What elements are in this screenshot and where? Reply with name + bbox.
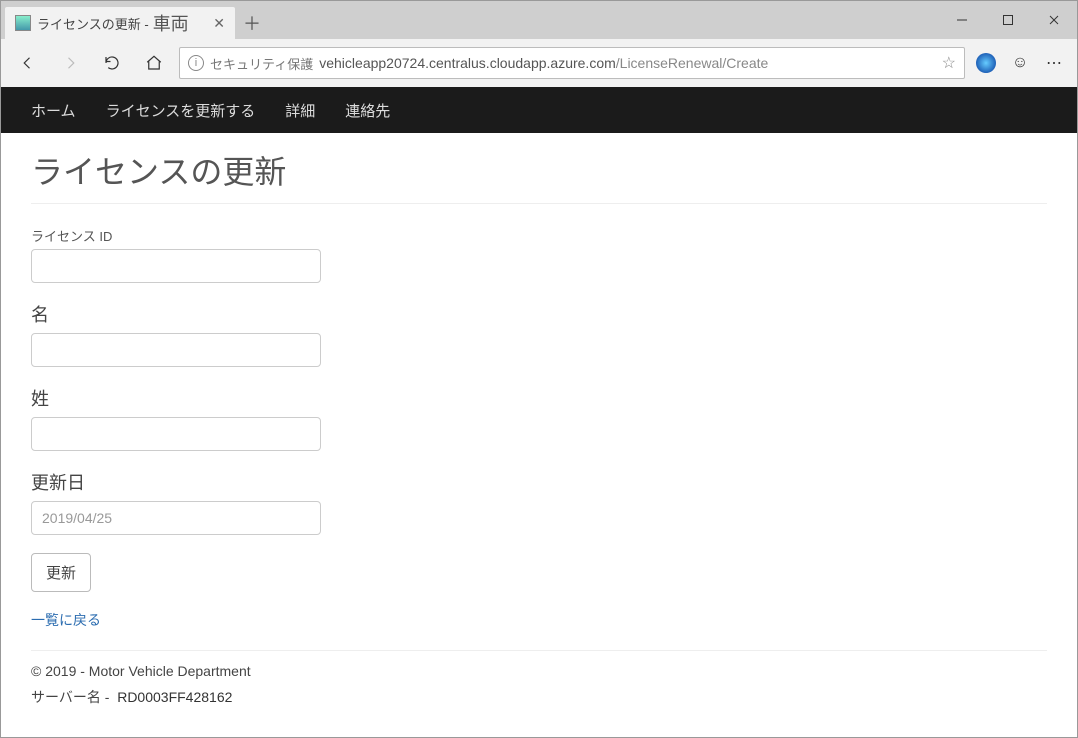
nav-contact[interactable]: 連絡先 <box>345 100 390 121</box>
minimize-button[interactable] <box>939 1 985 39</box>
first-name-label: 名 <box>31 301 1047 327</box>
tab-title-suffix: 車両 <box>153 10 189 36</box>
back-to-list-link[interactable]: 一覧に戻る <box>31 612 101 628</box>
url-path: /LicenseRenewal/Create <box>616 55 769 71</box>
site-nav: ホーム ライセンスを更新する 詳細 連絡先 <box>1 87 1077 133</box>
extension-icon[interactable] <box>973 50 999 76</box>
back-button[interactable] <box>11 46 45 80</box>
address-bar[interactable]: i セキュリティ保護 vehicleapp20724.centralus.clo… <box>179 47 965 79</box>
close-window-button[interactable] <box>1031 1 1077 39</box>
new-tab-button[interactable]: ＋ <box>235 7 269 39</box>
page-title: ライセンスの更新 <box>31 147 1047 204</box>
first-name-input[interactable] <box>31 333 321 367</box>
footer-server: サーバー名 - RD0003FF428162 <box>31 687 1047 707</box>
tab-strip: ライセンスの更新 - 車両 ✕ ＋ <box>1 1 269 39</box>
favicon-icon <box>15 15 31 31</box>
nav-home[interactable]: ホーム <box>31 100 76 121</box>
last-name-input[interactable] <box>31 417 321 451</box>
titlebar: ライセンスの更新 - 車両 ✕ ＋ <box>1 1 1077 39</box>
url-host: vehicleapp20724.centralus.cloudapp.azure… <box>319 55 616 71</box>
more-icon[interactable]: ⋯ <box>1041 50 1067 76</box>
favorite-icon[interactable]: ☆ <box>942 53 956 73</box>
renew-date-input[interactable] <box>31 501 321 535</box>
footer-copyright: © 2019 - Motor Vehicle Department <box>31 663 1047 679</box>
server-name: RD0003FF428162 <box>117 689 232 705</box>
license-id-label: ライセンス ID <box>31 226 1047 245</box>
nav-details[interactable]: 詳細 <box>285 100 315 121</box>
tab-title: ライセンスの更新 - <box>37 14 149 33</box>
forward-button[interactable] <box>53 46 87 80</box>
last-name-label: 姓 <box>31 385 1047 411</box>
security-label: セキュリティ保護 <box>210 54 313 73</box>
window-controls <box>939 1 1077 39</box>
browser-chrome: ライセンスの更新 - 車両 ✕ ＋ <box>1 1 1077 87</box>
nav-renew[interactable]: ライセンスを更新する <box>106 100 256 121</box>
page-content: ライセンスの更新 ライセンス ID 名 姓 更新日 更新 一覧に戻る © 201… <box>1 133 1077 707</box>
maximize-button[interactable] <box>985 1 1031 39</box>
renew-date-label: 更新日 <box>31 469 1047 495</box>
url-text: vehicleapp20724.centralus.cloudapp.azure… <box>319 55 768 71</box>
license-id-input[interactable] <box>31 249 321 283</box>
toolbar: i セキュリティ保護 vehicleapp20724.centralus.clo… <box>1 39 1077 87</box>
refresh-button[interactable] <box>95 46 129 80</box>
feedback-icon[interactable]: ☺ <box>1007 50 1033 76</box>
info-icon[interactable]: i <box>188 55 204 71</box>
server-label: サーバー名 - <box>31 689 109 705</box>
submit-button[interactable]: 更新 <box>31 553 91 592</box>
browser-tab[interactable]: ライセンスの更新 - 車両 ✕ <box>5 7 235 39</box>
footer-divider <box>31 650 1047 651</box>
close-tab-icon[interactable]: ✕ <box>213 15 225 32</box>
home-button[interactable] <box>137 46 171 80</box>
